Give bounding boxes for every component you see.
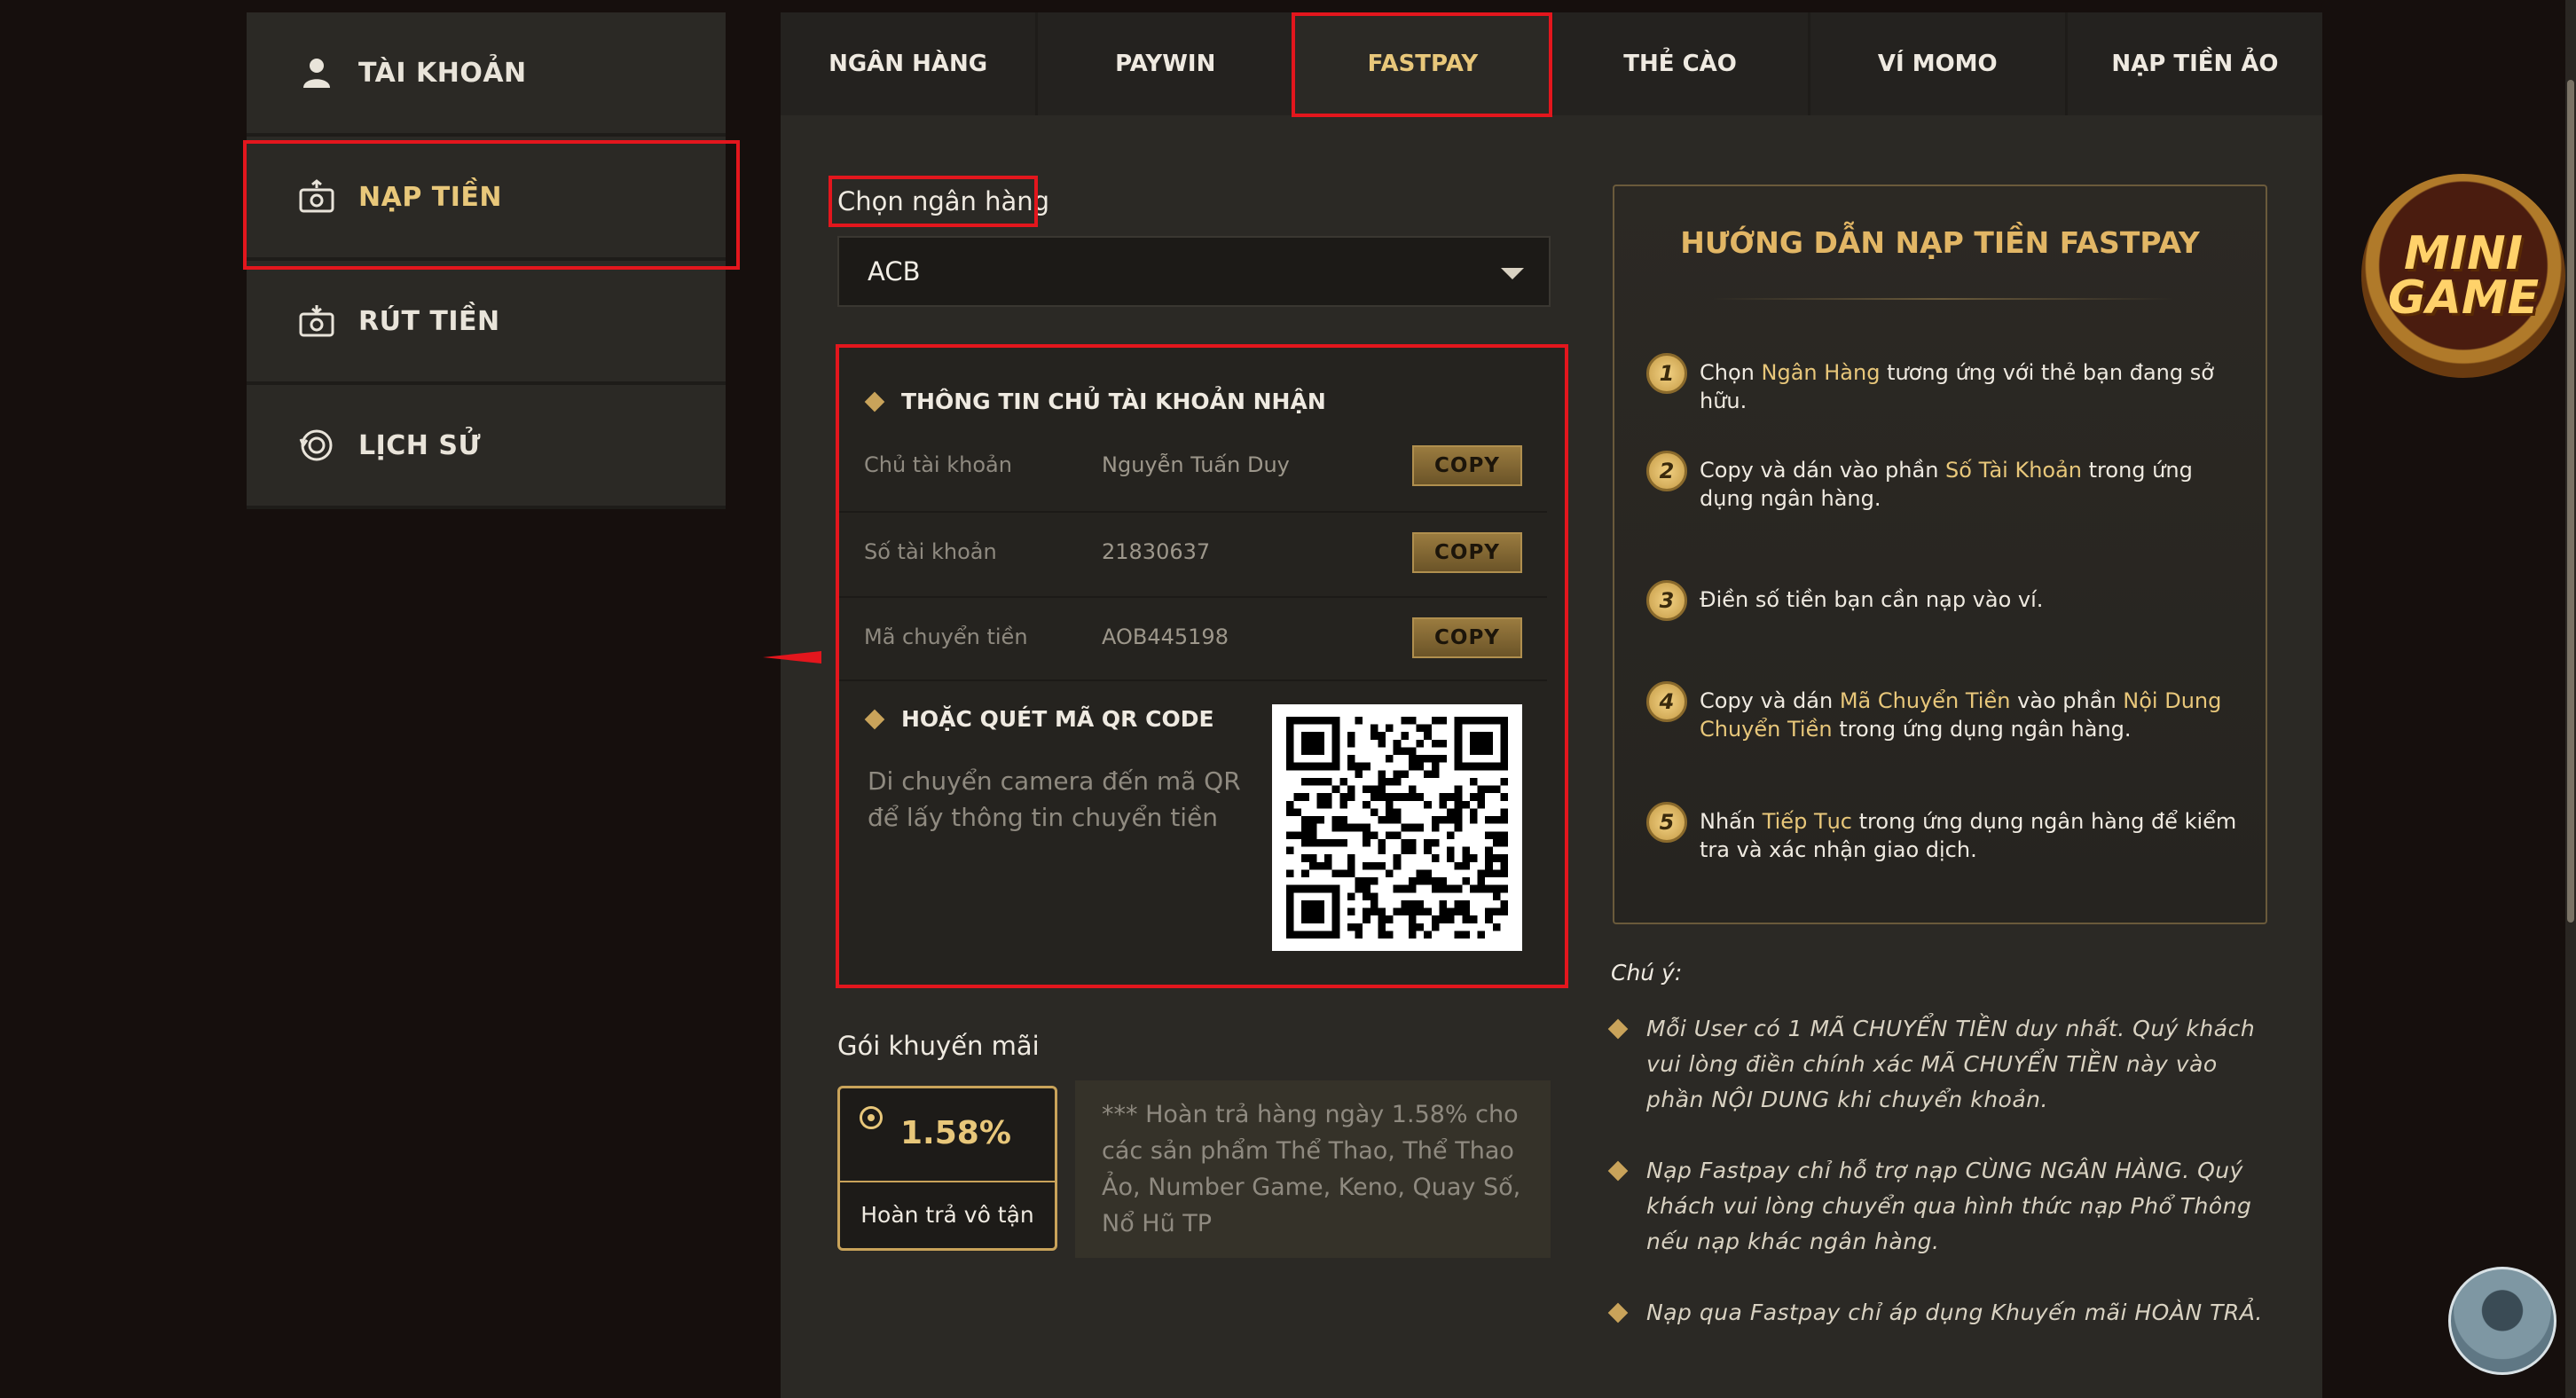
sidebar-item-label: LỊCH SỬ xyxy=(358,429,482,461)
step-text: Chọn Ngân Hàng tương ứng với thẻ bạn đan… xyxy=(1700,360,2214,413)
user-icon xyxy=(298,54,335,91)
promo-description: *** Hoàn trả hàng ngày 1.58% cho các sản… xyxy=(1075,1080,1551,1258)
guide-title: HƯỚNG DẪN NẠP TIỀN FASTPAY xyxy=(1680,225,2200,260)
guide-step-3: 3 Điền số tiền bạn cần nạp vào ví. xyxy=(1646,580,2250,621)
bank-select-value: ACB xyxy=(868,256,921,287)
note-text: Mỗi User có 1 MÃ CHUYỂN TIỀN duy nhất. Q… xyxy=(1646,1016,2256,1112)
tab-momo[interactable]: VÍ MOMO xyxy=(1810,12,2068,115)
highlight-box-deposit xyxy=(243,140,740,270)
avatar[interactable] xyxy=(2448,1267,2556,1375)
step-number: 5 xyxy=(1646,802,1687,843)
logo-text: GAME xyxy=(2387,271,2540,325)
promo-card[interactable]: 1.58% Hoàn trả vô tận xyxy=(837,1086,1057,1251)
highlight-box-fastpay-tab xyxy=(1292,12,1552,117)
notes-title: Chú ý: xyxy=(1611,960,1683,986)
step-text: Copy và dán vào phần Số Tài Khoản trong … xyxy=(1700,458,2193,511)
guide-step-1: 1 Chọn Ngân Hàng tương ứng với thẻ bạn đ… xyxy=(1646,353,2250,415)
step-text: Copy và dán Mã Chuyển Tiền vào phần Nội … xyxy=(1700,688,2222,742)
step-text: Điền số tiền bạn cần nạp vào ví. xyxy=(1700,587,2044,612)
chevron-down-icon xyxy=(1501,268,1524,279)
sidebar-item-account[interactable]: TÀI KHOẢN xyxy=(247,12,726,137)
withdraw-icon xyxy=(298,302,335,340)
red-arrow-icon xyxy=(763,648,821,671)
tab-bank[interactable]: NGÂN HÀNG xyxy=(781,12,1039,115)
guide-box: HƯỚNG DẪN NẠP TIỀN FASTPAY 1 Chọn Ngân H… xyxy=(1613,185,2267,924)
mini-game-logo[interactable]: MINI GAME xyxy=(2361,174,2565,378)
diamond-icon xyxy=(1607,1302,1629,1323)
highlight-box-bank-label xyxy=(829,176,1038,227)
sidebar-item-label: TÀI KHOẢN xyxy=(358,57,527,89)
promo-percent: 1.58% xyxy=(900,1115,1011,1151)
promo-label: Gói khuyến mãi xyxy=(837,1031,1040,1061)
highlight-box-account-info xyxy=(836,344,1568,988)
guide-step-5: 5 Nhấn Tiếp Tục trong ứng dụng ngân hàng… xyxy=(1646,802,2250,864)
step-number: 4 xyxy=(1646,681,1687,722)
step-text: Nhấn Tiếp Tục trong ứng dụng ngân hàng đ… xyxy=(1700,809,2237,862)
sidebar-item-withdraw[interactable]: RÚT TIỀN xyxy=(247,261,726,385)
history-icon xyxy=(298,427,335,464)
note-text: Nạp Fastpay chỉ hỗ trợ nạp CÙNG NGÂN HÀN… xyxy=(1646,1158,2252,1254)
tab-virtual-deposit[interactable]: NẠP TIỀN ẢO xyxy=(2068,12,2322,115)
bank-select[interactable]: ACB xyxy=(837,236,1551,307)
sidebar-item-label: RÚT TIỀN xyxy=(358,305,500,337)
logo-text: MINI xyxy=(2404,227,2523,280)
tab-card[interactable]: THẺ CÀO xyxy=(1553,12,1810,115)
step-number: 2 xyxy=(1646,451,1687,491)
note-item: Nạp Fastpay chỉ hỗ trợ nạp CÙNG NGÂN HÀN… xyxy=(1607,1153,2267,1260)
tab-paywin[interactable]: PAYWIN xyxy=(1038,12,1296,115)
guide-step-4: 4 Copy và dán Mã Chuyển Tiền vào phần Nộ… xyxy=(1646,681,2250,743)
diamond-icon xyxy=(1607,1160,1629,1182)
step-number: 3 xyxy=(1646,580,1687,621)
sidebar-item-history[interactable]: LỊCH SỬ xyxy=(247,385,726,509)
promo-name: Hoàn trả vô tận xyxy=(860,1202,1034,1228)
note-text: Nạp qua Fastpay chỉ áp dụng Khuyến mãi H… xyxy=(1646,1300,2263,1325)
guide-step-2: 2 Copy và dán vào phần Số Tài Khoản tron… xyxy=(1646,451,2250,513)
divider xyxy=(840,1181,1055,1182)
step-number: 1 xyxy=(1646,353,1687,394)
note-item: Nạp qua Fastpay chỉ áp dụng Khuyến mãi H… xyxy=(1607,1295,2267,1331)
scrollbar-thumb[interactable] xyxy=(2567,80,2574,923)
radio-icon xyxy=(860,1106,883,1129)
note-item: Mỗi User có 1 MÃ CHUYỂN TIỀN duy nhất. Q… xyxy=(1607,1011,2267,1118)
diamond-icon xyxy=(1607,1018,1629,1040)
divider xyxy=(1712,298,2173,300)
